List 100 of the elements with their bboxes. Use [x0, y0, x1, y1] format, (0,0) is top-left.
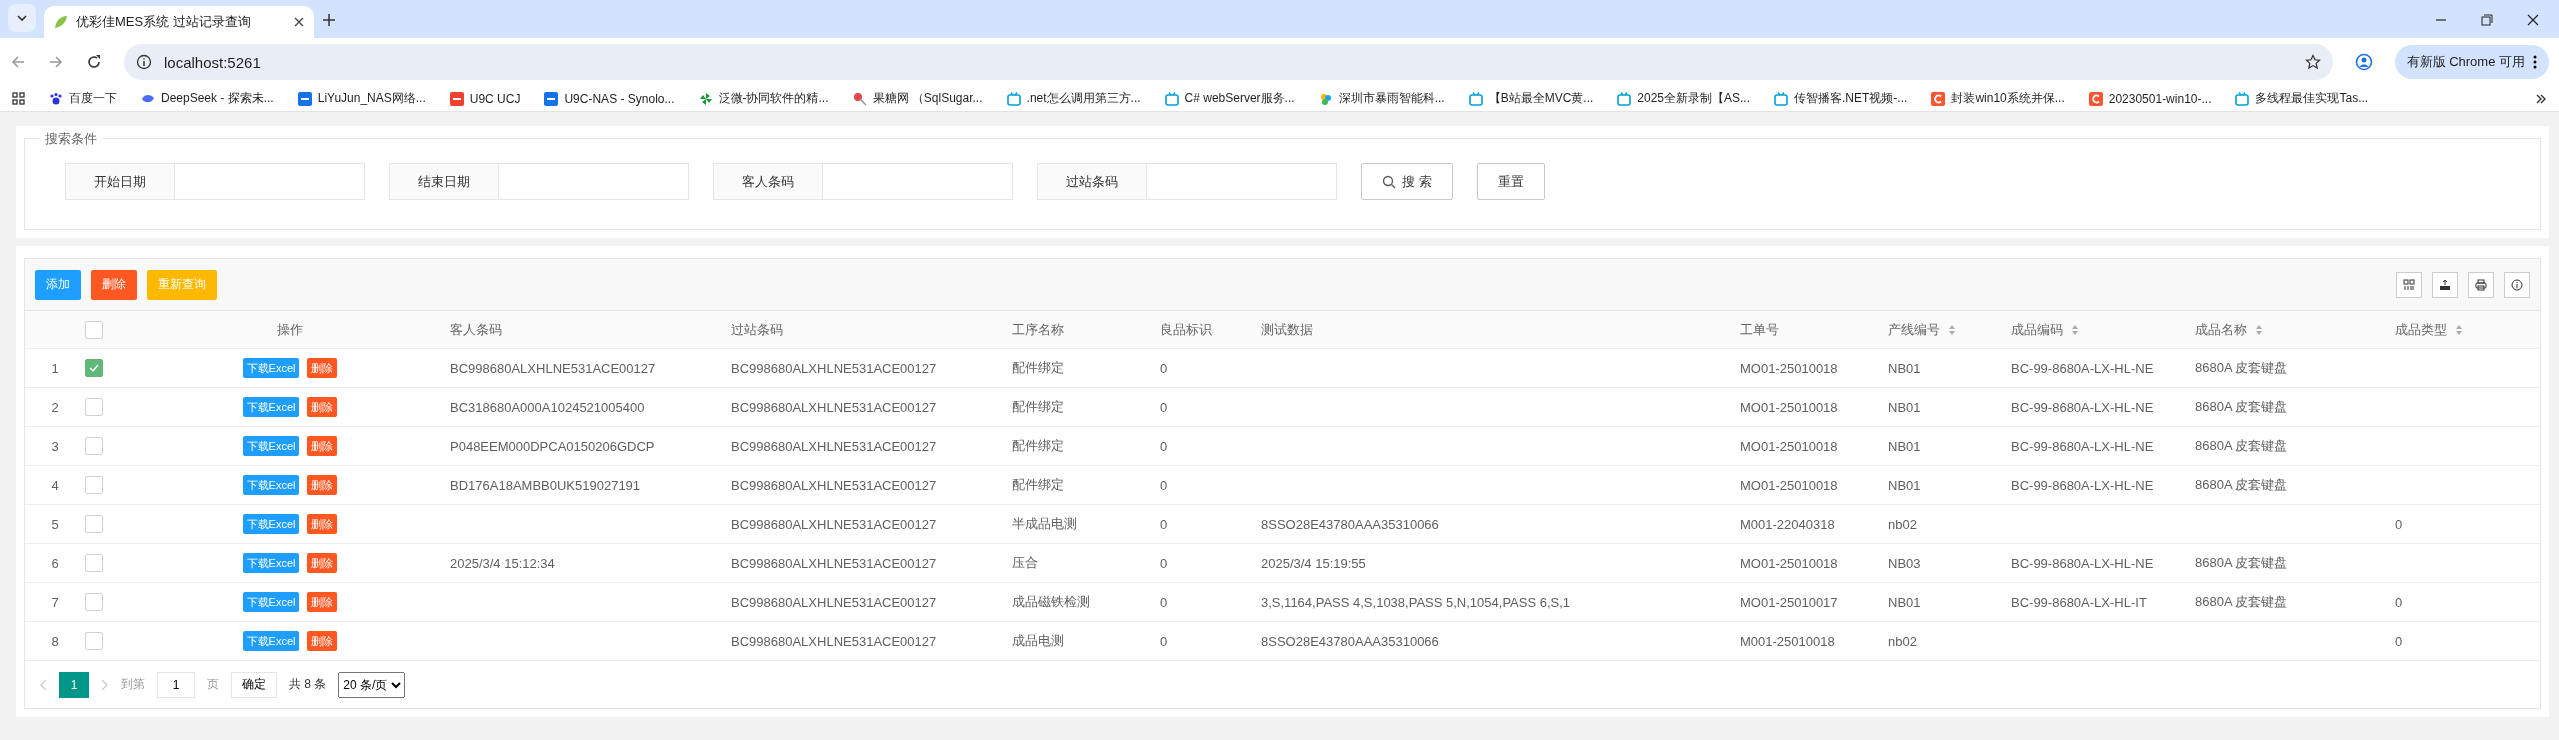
table-cell-text: BC-99-8680A-LX-HL-IT: [2010, 594, 2148, 610]
bookmark-link[interactable]: DeepSeek - 探索未...: [141, 90, 274, 107]
tab-menu-button[interactable]: [8, 4, 36, 32]
table-cell-text: BC998680ALXHLNE531ACE00127: [449, 360, 657, 376]
table-cell-text: BC998680ALXHLNE531ACE00127: [730, 594, 938, 610]
apps-icon[interactable]: [12, 92, 25, 105]
column-header: 过站条码: [730, 320, 784, 339]
table-cell-text: 半成品电测: [1011, 515, 1078, 533]
bookmark-icon: [49, 91, 63, 106]
bookmark-link[interactable]: 果糖网 （SqlSugar...: [852, 90, 983, 107]
bookmark-link[interactable]: U9C-NAS - Synolo...: [544, 91, 675, 106]
row-checkbox[interactable]: [85, 476, 103, 494]
page-input[interactable]: 1: [157, 671, 195, 698]
input-field[interactable]: [175, 163, 365, 200]
table-cell-text: 0: [1159, 477, 1169, 493]
sort-icon[interactable]: [2255, 323, 2263, 336]
table-cell-text: 0: [2394, 633, 2404, 649]
update-chrome-button[interactable]: 有新版 Chrome 可用: [2394, 45, 2549, 79]
row-checkbox[interactable]: [85, 632, 103, 650]
table-cell-text: 8680A 皮套键盘: [2194, 554, 2289, 572]
table-cell-text: MO01-25010018: [1739, 555, 1839, 571]
table-cell-text: 2025/3/4 15:19:55: [1260, 555, 1367, 571]
bookmark-icon: [1164, 91, 1179, 106]
next-page-icon[interactable]: [101, 678, 109, 691]
row-checkbox[interactable]: [85, 359, 103, 377]
table-cell-text: 0: [1159, 438, 1169, 454]
input-field[interactable]: [1147, 163, 1337, 200]
browser-tab[interactable]: 优彩佳MES系统 过站记录查询: [44, 6, 314, 38]
profile-icon[interactable]: [2354, 53, 2373, 71]
bookmark-icon: [297, 91, 312, 106]
bookmark-icon: [544, 91, 559, 106]
field-label: 结束日期: [389, 163, 499, 200]
select-all-checkbox[interactable]: [85, 320, 103, 339]
table-cell-text: 0: [1159, 516, 1169, 532]
restore-icon[interactable]: [2481, 14, 2493, 26]
upload-icon: [2439, 278, 2451, 291]
table-cell-text: BC998680ALXHLNE531ACE00127: [730, 360, 938, 376]
column-header[interactable]: 成品编码: [2001, 320, 2185, 339]
bookmark-label: 泛微-协同软件的精...: [718, 90, 829, 107]
row-number: 5: [50, 516, 60, 532]
address-bar[interactable]: localhost:5261: [124, 44, 2333, 80]
table-cell-text: MO01-25010018: [1739, 360, 1839, 376]
input-field[interactable]: [499, 163, 689, 200]
new-tab-icon[interactable]: [322, 13, 336, 27]
input-field[interactable]: [823, 163, 1013, 200]
close-icon[interactable]: [294, 17, 304, 27]
bookmark-icon: [1931, 91, 1946, 106]
search-button[interactable]: 搜 索: [1361, 163, 1453, 200]
confirm-button[interactable]: 确定: [231, 671, 277, 698]
bookmark-link[interactable]: C# webServer服务...: [1164, 90, 1295, 107]
column-header[interactable]: 成品名称: [2185, 320, 2385, 339]
page-button[interactable]: 1: [59, 671, 89, 698]
bookmark-link[interactable]: 20230501-win10-...: [2088, 91, 2212, 106]
info-button[interactable]: [2504, 271, 2530, 298]
total-count: 共 8 条: [289, 676, 327, 693]
sort-icon[interactable]: [2071, 323, 2079, 336]
table-cell-text: 0: [1159, 399, 1169, 415]
columns-button[interactable]: [2396, 271, 2422, 298]
row-number: 6: [50, 555, 60, 571]
bookmark-icon: [449, 91, 464, 106]
page-size-select[interactable]: 20 条/页: [338, 671, 406, 698]
chevron-icon[interactable]: [2535, 92, 2547, 105]
page-unit-label: 页: [207, 676, 219, 693]
row-checkbox[interactable]: [85, 593, 103, 611]
bookmark-link[interactable]: 深圳市暴雨智能科...: [1318, 90, 1445, 107]
row-number: 8: [50, 633, 60, 649]
row-checkbox[interactable]: [85, 398, 103, 416]
table-cell-text: 0: [2394, 594, 2404, 610]
print-button[interactable]: [2468, 271, 2494, 298]
table-cell-text: BC998680ALXHLNE531ACE00127: [730, 633, 938, 649]
star-icon[interactable]: [2304, 54, 2321, 70]
bookmark-link[interactable]: U9C UCJ: [449, 91, 521, 106]
back-icon[interactable]: [10, 54, 26, 70]
bookmark-link[interactable]: LiYuJun_NAS网络...: [297, 90, 426, 107]
print-icon: [2475, 278, 2487, 291]
close-icon[interactable]: [2527, 14, 2539, 26]
export-button[interactable]: [2432, 271, 2458, 298]
bookmark-label: U9C UCJ: [469, 91, 521, 106]
table-cell-text: 成品电测: [1011, 632, 1065, 650]
column-header[interactable]: 产线编号: [1878, 320, 2001, 339]
row-checkbox[interactable]: [85, 554, 103, 572]
reload-icon[interactable]: [86, 54, 102, 70]
table-cell-text: MO01-25010018: [1739, 399, 1839, 415]
bookmark-link[interactable]: 百度一下: [49, 90, 117, 107]
field-label: 开始日期: [65, 163, 175, 200]
bookmark-link[interactable]: 【B站最全MVC黄...: [1468, 90, 1594, 107]
table-cell-text: 8680A 皮套键盘: [2194, 593, 2289, 611]
row-checkbox[interactable]: [85, 515, 103, 533]
forward-icon[interactable]: [48, 54, 64, 70]
sort-icon[interactable]: [1948, 323, 1956, 336]
reset-button[interactable]: 重置: [1476, 163, 1545, 200]
row-checkbox[interactable]: [85, 437, 103, 455]
bookmark-label: 果糖网 （SqlSugar...: [872, 90, 983, 107]
table-cell-text: BD176A18AMBB0UK519027191: [449, 477, 642, 493]
prev-page-icon[interactable]: [39, 678, 47, 691]
column-header[interactable]: 成品类型: [2385, 320, 2540, 339]
bookmark-link[interactable]: 泛微-协同软件的精...: [698, 90, 829, 107]
sort-icon[interactable]: [2455, 323, 2463, 336]
table-cell-text: 8680A 皮套键盘: [2194, 398, 2289, 416]
leaf-icon: [54, 15, 68, 29]
